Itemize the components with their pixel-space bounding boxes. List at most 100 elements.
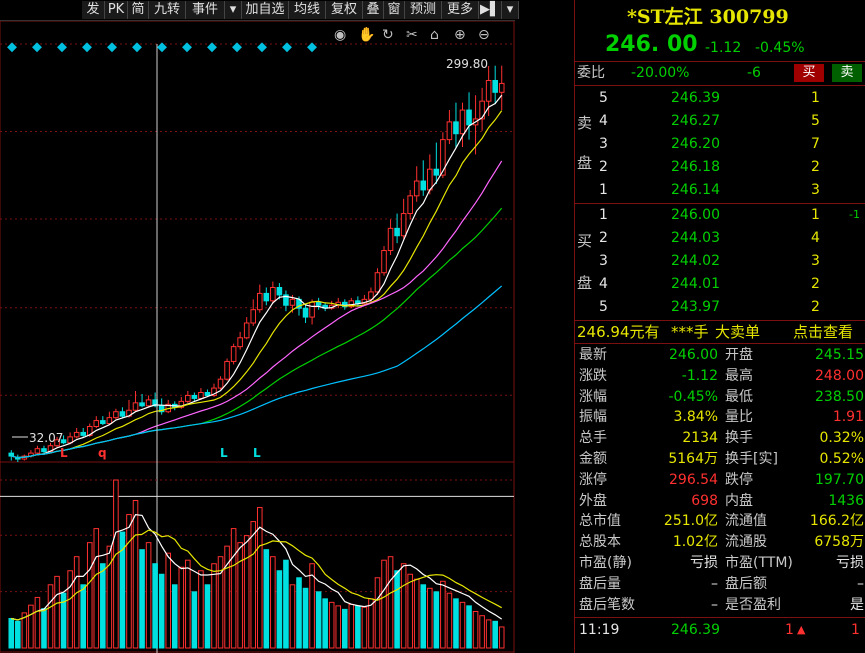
toolbar-item-4[interactable]: 事件 (186, 1, 225, 19)
stat-label: 盘后笔数 (579, 596, 635, 613)
minus-icon[interactable]: ⊖ (478, 27, 490, 43)
stat-label: 流通值 (725, 513, 767, 530)
toolbar-item-5[interactable]: ▾ (225, 1, 242, 19)
volume-bar (427, 587, 433, 649)
moving-average-line (11, 207, 503, 459)
stat-value: 1436 (828, 492, 864, 509)
eye-icon[interactable]: ◉ (334, 27, 346, 43)
stat-label: 总股本 (579, 534, 621, 551)
volume-bar (243, 535, 250, 649)
moving-average-line (11, 94, 503, 459)
volume-bar (433, 591, 440, 649)
stat-value: 0.32% (819, 430, 864, 447)
signal-marker-label: L (253, 446, 261, 460)
bid-row-level: 1 (599, 207, 608, 223)
candle-body (453, 121, 459, 135)
kline-chart[interactable]: 314.67255.51196.34136.3577.18◉✋↻✂⌂⊕⊖299.… (0, 21, 515, 653)
stat-value: 亏损 (690, 555, 718, 571)
volume-bar (479, 615, 485, 649)
chart-toolbar: 发 PK 简九转 事件 ▾ 加自选 均线 复权叠窗预测 更多 ▶▌ ▾ (0, 0, 519, 21)
toolbar-item-2[interactable]: 简 (128, 1, 149, 19)
ask-row-price: 246.18 (671, 159, 720, 175)
stat-label: 跌停 (725, 471, 753, 488)
lock-icon[interactable]: ⌂ (430, 27, 439, 43)
price-change-pct: -0.45% (755, 40, 805, 56)
sell-button[interactable]: 卖 (832, 64, 862, 82)
toolbar-item-9[interactable]: 叠 (363, 1, 384, 19)
candle-body (191, 394, 198, 399)
volume-bar (328, 601, 335, 649)
toolbar-item-13[interactable]: ▶▌ (479, 1, 502, 19)
volume-bar (93, 528, 100, 649)
toolbar-item-1[interactable]: PK (105, 1, 128, 19)
stat-value: 296.54 (669, 471, 718, 488)
volume-bar (237, 542, 243, 649)
banner-view-link[interactable]: 点击查看 (793, 322, 853, 342)
toolbar-item-14[interactable]: ▾ (502, 1, 519, 19)
tick-time: 11:19 (579, 622, 620, 638)
stat-label: 是否盈利 (725, 596, 781, 613)
volume-bar (355, 605, 361, 649)
candle-body (420, 180, 427, 191)
volume-bar (361, 606, 368, 649)
stat-label: 换手[实] (725, 451, 778, 467)
stat-value: 248.00 (815, 367, 864, 384)
stat-value: 是 (850, 596, 864, 613)
tick-volume: 1 (785, 622, 794, 638)
candle-body (485, 79, 492, 102)
toolbar-item-3[interactable]: 九转 (149, 1, 186, 19)
toolbar-item-10[interactable]: 窗 (384, 1, 405, 19)
stat-label: 开盘 (725, 347, 753, 363)
bid-row-price: 243.97 (671, 299, 720, 315)
candle-body (230, 346, 237, 362)
stock-name-code: *ST左江 300799 (627, 6, 789, 28)
hand-icon[interactable]: ✋ (358, 26, 375, 43)
volume-bar (387, 556, 394, 649)
toolbar-item-6[interactable]: 加自选 (242, 1, 289, 19)
volume-bar (263, 549, 270, 649)
toolbar-item-7[interactable]: 均线 (289, 1, 326, 19)
stat-label: 外盘 (579, 492, 607, 509)
candle-body (276, 287, 283, 296)
candle-body (479, 100, 485, 120)
toolbar-item-12[interactable]: 更多 (442, 1, 479, 19)
ask-row-price: 246.39 (671, 90, 720, 106)
candle-body (302, 307, 309, 318)
volume-bar (250, 521, 257, 649)
stat-value: 197.70 (815, 471, 864, 488)
moving-average-line (11, 285, 503, 459)
volume-bar (276, 570, 283, 649)
scissors-icon[interactable]: ✂ (406, 27, 418, 43)
candle-body (93, 420, 100, 428)
volume-bar (381, 559, 387, 649)
signal-marker-label: q (98, 446, 107, 460)
candle-body (113, 411, 119, 419)
volume-bar (171, 584, 178, 649)
volume-bar (158, 573, 165, 649)
signal-marker-label: L (60, 446, 68, 460)
ask-row-level: 3 (599, 136, 608, 152)
candle-body (132, 402, 139, 411)
volume-bar (67, 570, 73, 649)
volume-bar (152, 563, 158, 649)
volume-bar (348, 603, 355, 649)
stat-label: 最高 (725, 367, 753, 384)
ask-row-volume: 5 (811, 113, 820, 129)
plus-icon[interactable]: ⊕ (454, 27, 466, 43)
refresh-icon[interactable]: ↻ (382, 27, 394, 43)
toolbar-item-8[interactable]: 复权 (326, 1, 363, 19)
stat-value: 3.84% (673, 409, 718, 426)
volume-bar (8, 618, 15, 649)
stat-label: 量比 (725, 409, 753, 426)
volume-bar (394, 570, 400, 649)
toolbar-item-11[interactable]: 预测 (405, 1, 442, 19)
banner-amount: 246.94元有 (577, 323, 660, 341)
candle-body (492, 79, 498, 93)
volume-bar (374, 577, 381, 649)
toolbar-item-0[interactable]: 发 (82, 1, 105, 19)
volume-bar (296, 577, 302, 649)
stat-value: -0.45% (668, 388, 718, 405)
stat-label: 盘后量 (579, 575, 621, 592)
buy-button[interactable]: 买 (794, 64, 824, 82)
volume-bar (54, 575, 60, 649)
